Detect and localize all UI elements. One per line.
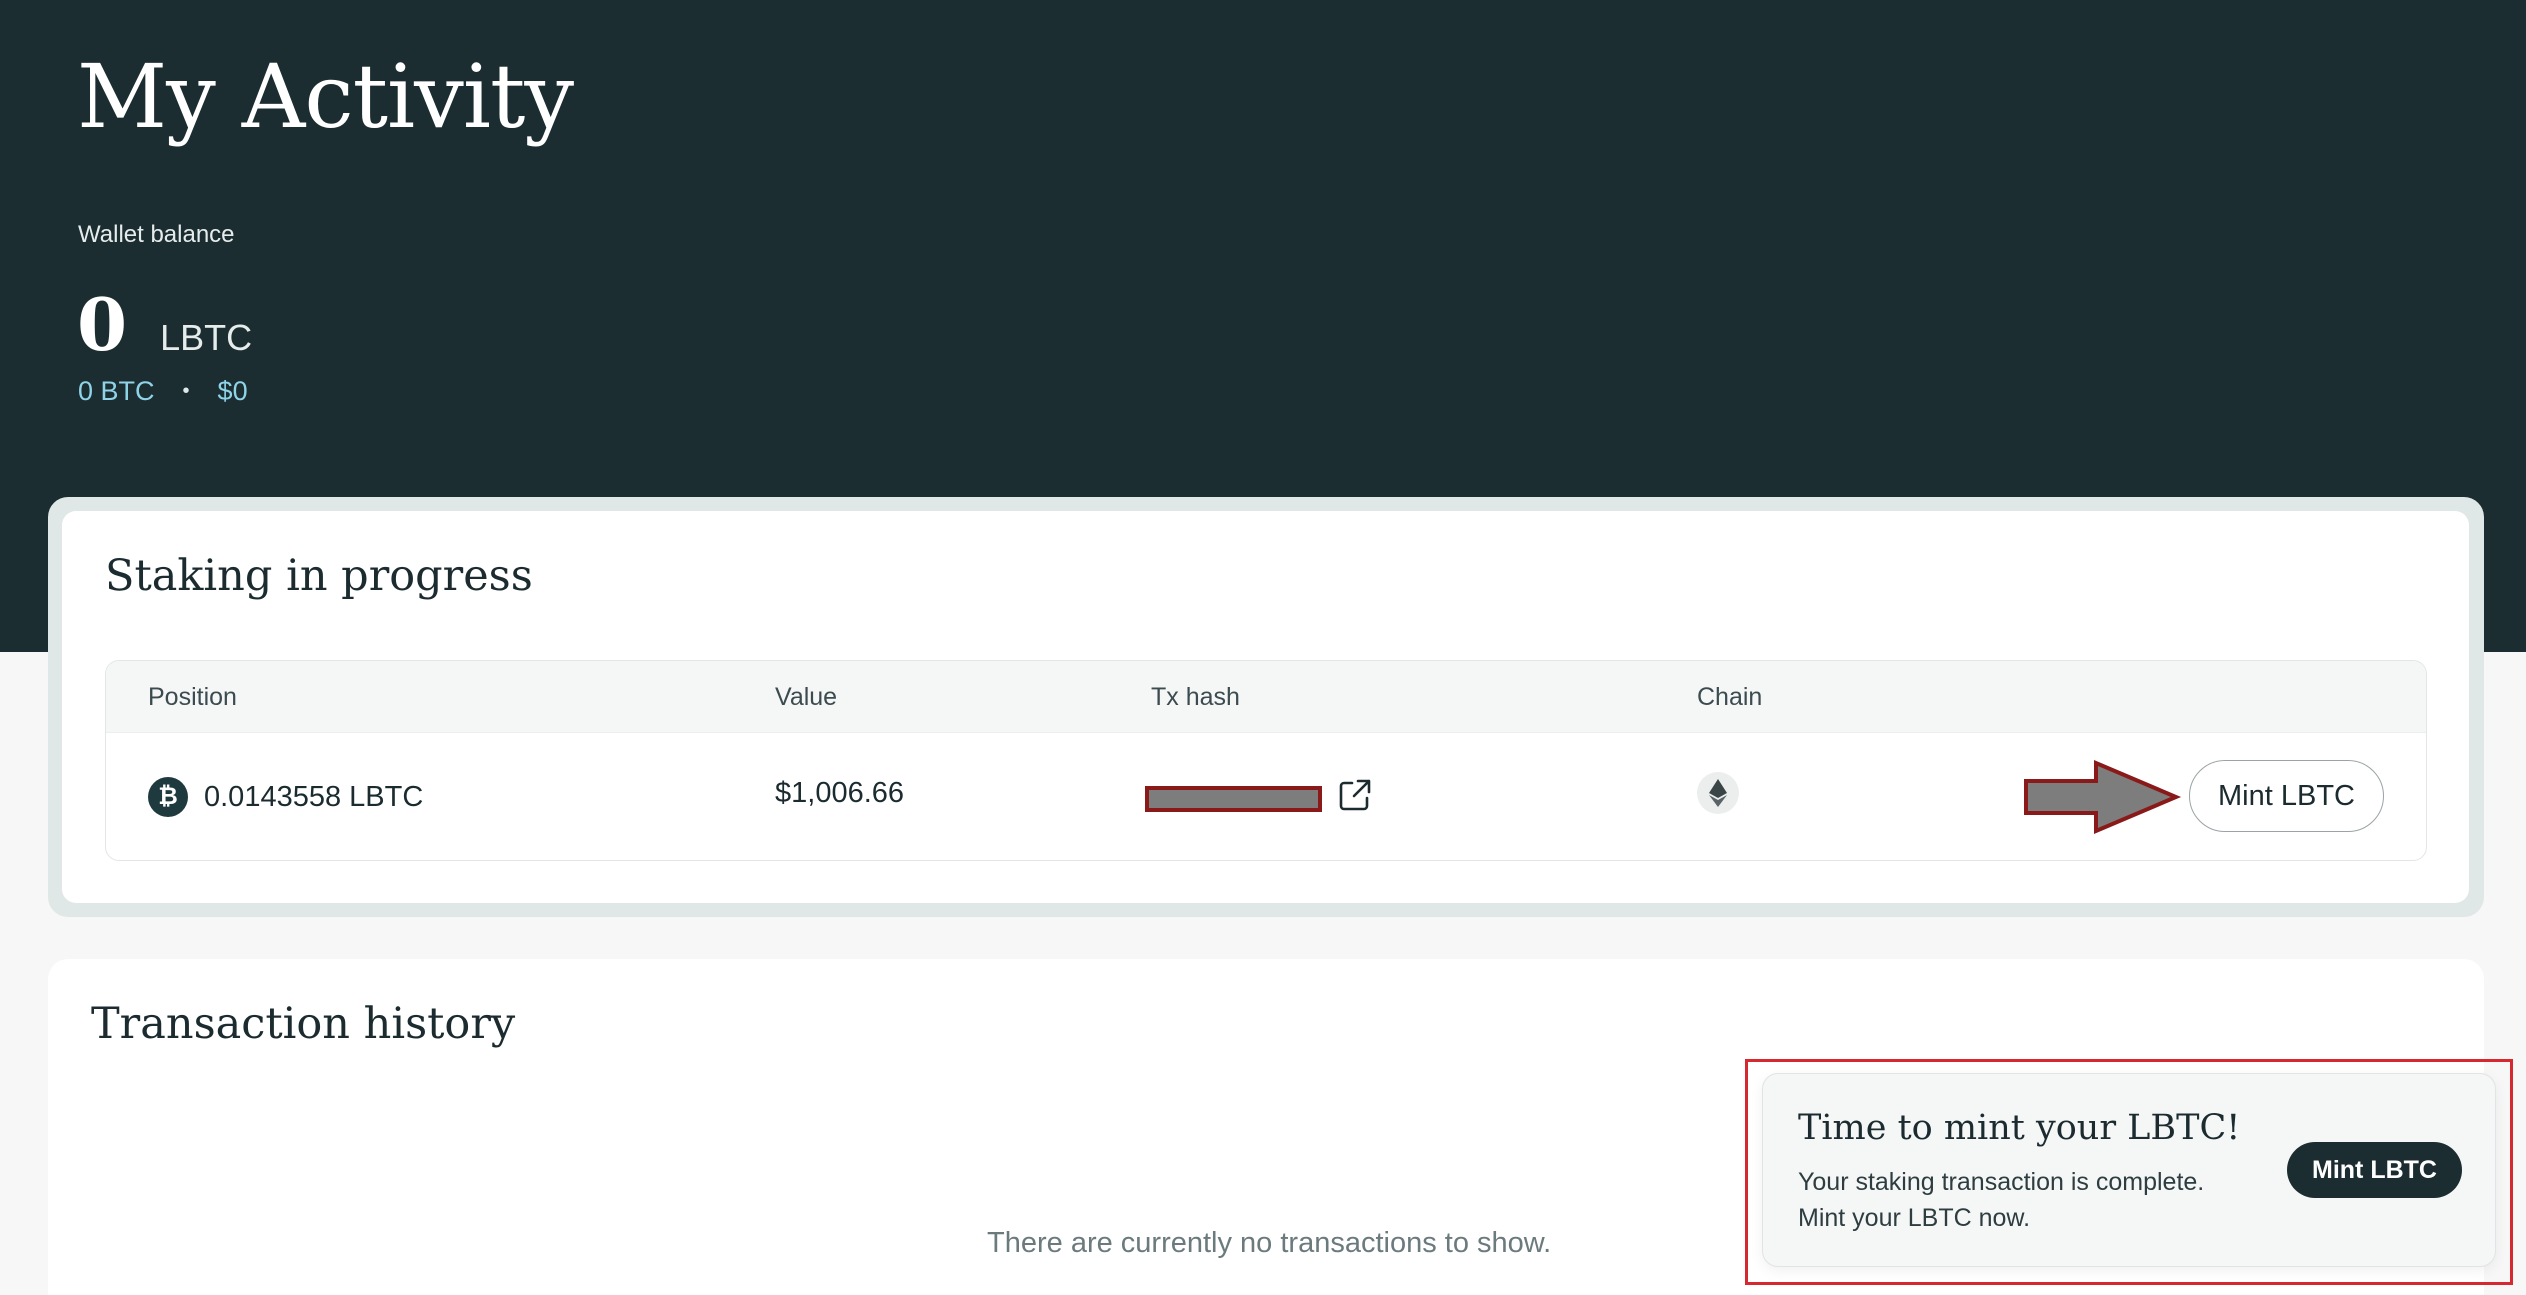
column-chain: Chain [1697, 683, 1763, 711]
btc-balance: 0 BTC [78, 376, 155, 406]
mint-lbtc-row-button[interactable]: Mint LBTC [2189, 760, 2384, 832]
wallet-balance: 0 LBTC [77, 282, 252, 367]
usd-balance: $0 [217, 376, 248, 406]
page-title: My Activity [77, 45, 574, 148]
value-cell: $1,006.66 [775, 777, 904, 810]
toast-message: Your staking transaction is complete. Mi… [1798, 1168, 2205, 1232]
toast-mint-button[interactable]: Mint LBTC [2287, 1142, 2462, 1198]
ethereum-icon [1697, 772, 1739, 814]
column-value: Value [775, 683, 838, 711]
mint-toast: Time to mint your LBTC! Your staking tra… [1762, 1073, 2496, 1267]
position-value: $1,006.66 [775, 777, 905, 809]
table-header: Position Value Tx hash Chain [106, 661, 2426, 733]
bitcoin-icon: ₿ [148, 777, 188, 817]
external-link-icon[interactable] [1338, 778, 1372, 812]
position-amount: 0.0143558 LBTC [204, 780, 424, 813]
balance-value: 0 [77, 282, 128, 367]
position-cell: ₿ 0.0143558 LBTC [148, 777, 423, 817]
toast-title: Time to mint your LBTC! [1798, 1108, 2241, 1148]
separator-dot: • [182, 380, 190, 402]
column-tx-hash: Tx hash [1151, 683, 1240, 711]
redacted-tx-hash [1145, 786, 1322, 812]
wallet-balance-label: Wallet balance [78, 221, 235, 248]
sub-balance: 0 BTC • $0 [78, 376, 248, 407]
column-position: Position [148, 683, 237, 711]
history-title: Transaction history [91, 999, 516, 1049]
balance-unit: LBTC [160, 317, 253, 358]
empty-state-text: There are currently no transactions to s… [987, 1227, 1552, 1259]
annotation-arrow [2024, 759, 2182, 835]
staking-title: Staking in progress [105, 551, 533, 601]
